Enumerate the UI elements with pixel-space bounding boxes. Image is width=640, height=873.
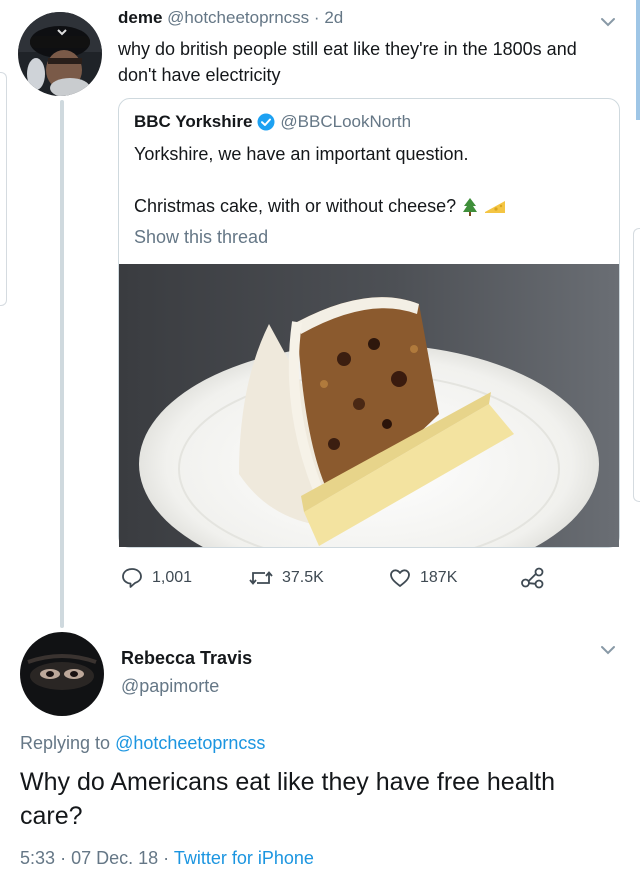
replying-to-handle[interactable]: @hotcheetoprncss — [115, 733, 265, 753]
separator: · — [313, 8, 320, 27]
reply-author-handle[interactable]: @papimorte — [121, 676, 219, 697]
tweet-header: deme @hotcheetoprncss · 2d — [118, 8, 343, 28]
reply-date[interactable]: 07 Dec. 18 — [71, 848, 158, 868]
reply-text: Why do Americans eat like they have free… — [20, 768, 556, 830]
avatar-deme[interactable] — [18, 12, 102, 96]
tweet-age[interactable]: 2d — [324, 8, 343, 27]
quoted-text-line2-row: Christmas cake, with or without cheese? — [134, 196, 506, 217]
left-edge-panel — [0, 72, 7, 306]
author-handle[interactable]: @hotcheetoprncss — [167, 8, 309, 27]
share-icon — [521, 567, 544, 589]
reply-action[interactable]: 1,001 — [120, 564, 192, 592]
cheese-emoji-icon — [485, 200, 506, 213]
chevron-down-icon[interactable] — [598, 640, 618, 660]
quoted-text-line2: Christmas cake, with or without cheese? — [134, 196, 457, 216]
chevron-down-icon[interactable] — [598, 12, 618, 32]
reply-author-name[interactable]: Rebecca Travis — [121, 648, 252, 669]
tweet-actions: 1,001 37.5K 187K — [120, 564, 560, 592]
tree-emoji-icon — [463, 197, 478, 216]
meta-separator: · — [60, 848, 67, 868]
thread-connector-line — [60, 100, 64, 628]
quoted-tweet-photo[interactable] — [119, 264, 619, 584]
show-this-thread-link[interactable]: Show this thread — [134, 227, 268, 248]
reply-count: 1,001 — [152, 569, 193, 586]
reply-icon — [122, 568, 142, 588]
meta-separator: · — [163, 848, 170, 868]
replying-to: Replying to @hotcheetoprncss — [20, 733, 265, 754]
like-icon — [390, 569, 410, 587]
like-action[interactable]: 187K — [388, 564, 457, 592]
tweet-text: why do british people still eat like the… — [118, 39, 577, 85]
quoted-author-name: BBC Yorkshire — [134, 112, 253, 131]
reply-meta: 5:33 · 07 Dec. 18 · Twitter for iPhone — [20, 848, 314, 869]
scrollbar-thumb[interactable] — [636, 0, 640, 120]
share-action[interactable] — [520, 564, 546, 592]
author-name[interactable]: deme — [118, 8, 162, 27]
right-edge-panel — [633, 228, 640, 502]
reply-client[interactable]: Twitter for iPhone — [174, 848, 314, 868]
quoted-author-handle: @BBCLookNorth — [280, 112, 412, 131]
like-count: 187K — [420, 569, 458, 586]
retweet-action[interactable]: 37.5K — [248, 564, 324, 592]
retweet-icon — [249, 571, 273, 585]
quoted-tweet-header: BBC Yorkshire @BBCLookNorth — [134, 112, 411, 132]
retweet-count: 37.5K — [282, 569, 324, 586]
verified-badge-icon — [257, 113, 275, 131]
reply-time[interactable]: 5:33 — [20, 848, 55, 868]
avatar-rebecca[interactable] — [20, 632, 104, 716]
replying-to-prefix: Replying to — [20, 733, 111, 753]
quoted-text-line1: Yorkshire, we have an important question… — [134, 144, 469, 164]
